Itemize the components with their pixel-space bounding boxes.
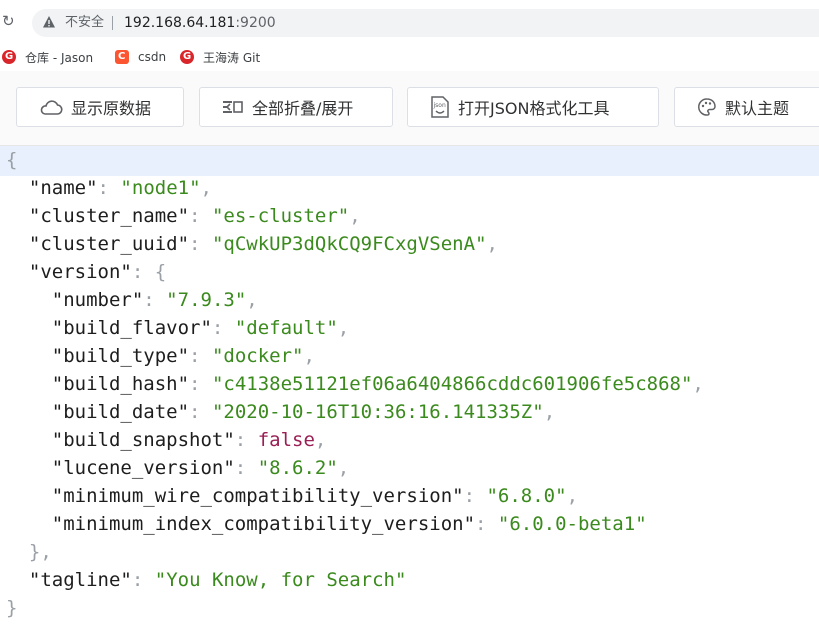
version-open-brace[interactable]: { xyxy=(155,261,166,283)
value-min-wire-version: 6.8.0 xyxy=(497,485,556,507)
value-cluster-uuid: qCwkUP3dQkCQ9FCxgVSenA xyxy=(223,233,476,255)
bookmark-label: 王海涛 Git xyxy=(203,50,261,65)
show-raw-button[interactable]: 显示原数据 xyxy=(16,87,184,127)
json-file-icon: json xyxy=(431,96,449,118)
insecure-label[interactable]: 不安全 xyxy=(65,15,104,31)
bookmark-item[interactable]: 仓库 - Jason xyxy=(2,48,93,66)
value-build-snapshot: false xyxy=(257,429,315,451)
open-json-tool-label: 打开JSON格式化工具 xyxy=(458,99,610,118)
json-viewer: { "name": "node1", "cluster_name": "es-c… xyxy=(0,146,819,627)
value-build-hash: c4138e51121ef06a6404866cddc601906fe5c868 xyxy=(223,373,681,395)
value-name: node1 xyxy=(131,177,190,199)
url-port: :9200 xyxy=(235,15,276,31)
csdn-icon xyxy=(115,50,129,64)
json-toolbar: 显示原数据 全部折叠/展开 json 打开JSON格式化工具 默认主题 xyxy=(0,71,819,146)
show-raw-label: 显示原数据 xyxy=(71,99,152,118)
reload-icon[interactable]: ↻ xyxy=(2,14,16,29)
fold-toggle-label: 全部折叠/展开 xyxy=(252,99,354,118)
bookmark-label: 仓库 - Jason xyxy=(25,50,94,65)
value-min-index-version: 6.0.0-beta1 xyxy=(509,513,636,535)
value-build-type: docker xyxy=(223,345,293,367)
json-content[interactable]: { "name": "node1", "cluster_name": "es-c… xyxy=(6,146,704,622)
address-bar-row: ↻ 不安全 192.168.64.181:9200 xyxy=(0,0,819,44)
gitee-icon xyxy=(180,50,194,64)
cloud-icon xyxy=(40,100,63,115)
bookmark-item[interactable]: csdn xyxy=(115,48,166,66)
url-host: 192.168.64.181 xyxy=(124,15,236,31)
value-cluster-name: es-cluster xyxy=(223,205,338,227)
gitee-icon xyxy=(2,50,16,64)
fold-toggle-button[interactable]: 全部折叠/展开 xyxy=(199,87,393,127)
value-build-date: 2020-10-16T10:36:16.141335Z xyxy=(223,401,533,423)
theme-button[interactable]: 默认主题 xyxy=(674,87,819,127)
omnibox[interactable]: 不安全 192.168.64.181:9200 xyxy=(32,9,819,37)
fold-icon xyxy=(223,101,243,113)
bookmark-label: csdn xyxy=(138,50,167,64)
url-text[interactable]: 192.168.64.181:9200 xyxy=(124,15,276,31)
bookmark-item[interactable]: 王海涛 Git xyxy=(180,48,260,66)
theme-label: 默认主题 xyxy=(725,99,790,118)
json-open-brace[interactable]: { xyxy=(6,149,17,171)
value-tagline: You Know, for Search xyxy=(166,569,395,591)
value-build-flavor: default xyxy=(246,317,327,339)
separator xyxy=(112,16,113,30)
value-number: 7.9.3 xyxy=(177,289,235,311)
open-json-tool-button[interactable]: json 打开JSON格式化工具 xyxy=(407,87,659,127)
svg-text:json: json xyxy=(433,102,446,109)
bookmarks-bar: 仓库 - Jason csdn 王海涛 Git xyxy=(0,44,819,70)
value-lucene-version: 8.6.2 xyxy=(269,457,327,479)
palette-icon xyxy=(698,98,716,116)
warning-icon[interactable] xyxy=(42,15,56,29)
